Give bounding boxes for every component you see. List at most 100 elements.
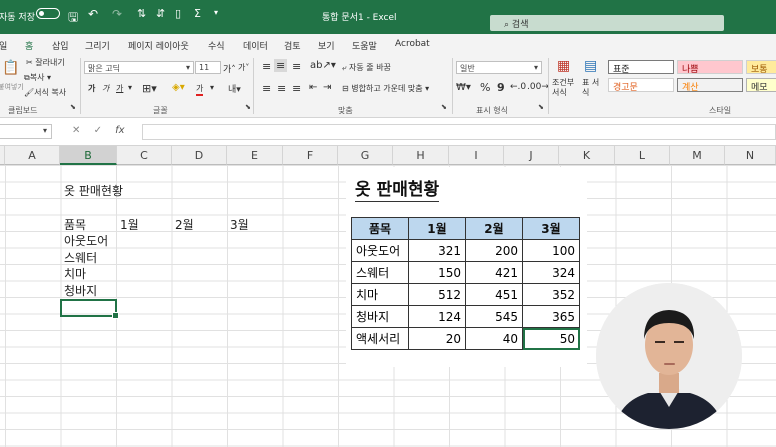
row-item[interactable]: 액세서리 xyxy=(351,327,409,350)
sort-desc-icon[interactable]: ⇵ xyxy=(156,7,165,20)
cancel-icon[interactable]: ✕ xyxy=(72,125,80,136)
row-jan[interactable]: 512 xyxy=(408,283,466,306)
row-item[interactable]: 스웨터 xyxy=(351,261,409,284)
column-header-e[interactable]: E xyxy=(227,146,283,165)
currency-icon[interactable]: ₩▾ xyxy=(456,82,471,93)
active-cell-selection[interactable] xyxy=(60,299,119,319)
conditional-format-icon[interactable]: ▦ xyxy=(557,58,570,74)
row-item[interactable]: 아웃도어 xyxy=(351,239,409,262)
format-as-table-label[interactable]: 표 서식 xyxy=(582,78,604,98)
tab-formulas[interactable]: 수식 xyxy=(208,39,225,52)
cell-item[interactable]: 치마 xyxy=(64,265,86,282)
clipboard-launcher-icon[interactable]: ⬊ xyxy=(70,103,76,111)
row-mar[interactable]: 50 xyxy=(522,327,580,350)
column-header-n[interactable]: N xyxy=(725,146,776,165)
cell-header-feb[interactable]: 2월 xyxy=(175,216,194,233)
search-box[interactable]: ⌕ 검색 xyxy=(490,15,724,31)
bold-button[interactable]: 가 xyxy=(88,83,95,94)
font-size-select[interactable]: 11 xyxy=(195,61,221,74)
font-name-select[interactable]: 맑은 고딕 ▾ xyxy=(84,61,194,74)
tab-page-layout[interactable]: 페이지 레이아웃 xyxy=(128,39,189,52)
style-warning[interactable]: 경고문 xyxy=(608,78,674,93)
column-header-i[interactable]: I xyxy=(449,146,504,165)
row-feb[interactable]: 421 xyxy=(465,261,523,284)
cell-item[interactable]: 스웨터 xyxy=(64,249,97,266)
style-calculation[interactable]: 계산 xyxy=(677,78,743,93)
copy-button[interactable]: ⧉복사 ▾ xyxy=(24,72,51,83)
column-header-g[interactable]: G xyxy=(338,146,393,165)
border-icon[interactable]: ⊞▾ xyxy=(142,82,157,95)
header-jan[interactable]: 1월 xyxy=(408,217,466,240)
tab-file[interactable]: 일 xyxy=(0,39,7,52)
autosave-toggle[interactable] xyxy=(36,8,60,19)
tab-help[interactable]: 도움말 xyxy=(352,39,377,52)
customize-qat-icon[interactable]: ▾ xyxy=(214,8,218,17)
conditional-format-label[interactable]: 조건부 서식 xyxy=(552,78,578,98)
save-icon[interactable]: 🖫 xyxy=(68,8,78,29)
align-bottom-icon[interactable]: ≡ xyxy=(292,60,301,73)
redo-icon[interactable]: ↷ xyxy=(112,7,122,21)
align-top-icon[interactable]: ≡ xyxy=(262,60,271,73)
format-painter-button[interactable]: 🖌서식 복사 xyxy=(24,87,66,98)
row-mar[interactable]: 100 xyxy=(522,239,580,262)
row-item[interactable]: 치마 xyxy=(351,283,409,306)
paste-icon[interactable]: 📋 xyxy=(2,60,19,76)
underline-dropdown-icon[interactable]: ▾ xyxy=(128,83,132,92)
merge-center-button[interactable]: ⊟ 병합하고 가운데 맞춤 ▾ xyxy=(342,83,429,94)
autosum-icon[interactable]: Σ xyxy=(194,7,201,20)
new-file-icon[interactable]: ▯ xyxy=(175,7,181,20)
tab-insert[interactable]: 삽입 xyxy=(52,39,69,52)
sort-asc-icon[interactable]: ⇅ xyxy=(137,7,146,20)
alignment-launcher-icon[interactable]: ⬊ xyxy=(441,103,447,111)
row-feb[interactable]: 200 xyxy=(465,239,523,262)
row-item[interactable]: 청바지 xyxy=(351,305,409,328)
fill-color-icon[interactable]: ◈▾ xyxy=(172,82,185,93)
tab-data[interactable]: 데이터 xyxy=(243,39,268,52)
header-mar[interactable]: 3월 xyxy=(522,217,580,240)
increase-decimal-icon[interactable]: ←.0 xyxy=(510,82,526,92)
formula-input[interactable] xyxy=(142,124,776,140)
cut-button[interactable]: ✂ 잘라내기 xyxy=(26,57,65,68)
column-header-l[interactable]: L xyxy=(615,146,670,165)
tab-view[interactable]: 보기 xyxy=(318,39,335,52)
column-header-m[interactable]: M xyxy=(670,146,725,165)
decrease-decimal-icon[interactable]: .00→ xyxy=(527,82,549,92)
row-jan[interactable]: 150 xyxy=(408,261,466,284)
font-color-dropdown-icon[interactable]: ▾ xyxy=(210,83,214,92)
format-as-table-icon[interactable]: ▤ xyxy=(584,58,597,74)
header-item[interactable]: 품목 xyxy=(351,217,409,240)
tab-review[interactable]: 검토 xyxy=(284,39,301,52)
cell-header-item[interactable]: 품목 xyxy=(64,216,86,233)
wrap-text-button[interactable]: ⤶ 자동 줄 바꿈 xyxy=(342,62,391,73)
grow-font-button[interactable]: 가˄ xyxy=(223,62,236,75)
font-launcher-icon[interactable]: ⬊ xyxy=(245,103,251,111)
row-jan[interactable]: 20 xyxy=(408,327,466,350)
increase-indent-icon[interactable]: ⇥ xyxy=(323,82,331,93)
font-color-button[interactable]: 가 xyxy=(196,83,204,96)
number-format-select[interactable]: 일반 ▾ xyxy=(456,61,542,74)
align-middle-icon[interactable]: ≡ xyxy=(274,59,288,72)
row-feb[interactable]: 40 xyxy=(465,327,523,350)
cell-item[interactable]: 청바지 xyxy=(64,282,97,299)
column-header-c[interactable]: C xyxy=(117,146,172,165)
cell-header-mar[interactable]: 3월 xyxy=(230,216,249,233)
align-left-icon[interactable]: ≡ xyxy=(262,82,271,95)
enter-icon[interactable]: ✓ xyxy=(94,125,102,136)
row-feb[interactable]: 545 xyxy=(465,305,523,328)
percent-button[interactable]: % xyxy=(480,81,490,94)
row-mar[interactable]: 365 xyxy=(522,305,580,328)
column-header-b[interactable]: B xyxy=(60,146,117,165)
style-note[interactable]: 메모 xyxy=(746,78,776,93)
style-bad[interactable]: 나쁨 xyxy=(677,60,743,75)
comma-button[interactable]: 9 xyxy=(497,81,505,94)
row-jan[interactable]: 321 xyxy=(408,239,466,262)
decrease-indent-icon[interactable]: ⇤ xyxy=(309,82,317,93)
align-center-icon[interactable]: ≡ xyxy=(277,82,286,95)
shrink-font-button[interactable]: 가˅ xyxy=(238,62,249,73)
paste-label[interactable]: 붙여넣기 xyxy=(0,82,24,92)
row-jan[interactable]: 124 xyxy=(408,305,466,328)
undo-icon[interactable]: ↶ xyxy=(88,7,98,21)
header-feb[interactable]: 2월 xyxy=(465,217,523,240)
column-header-d[interactable]: D xyxy=(172,146,227,165)
column-header-f[interactable]: F xyxy=(283,146,338,165)
